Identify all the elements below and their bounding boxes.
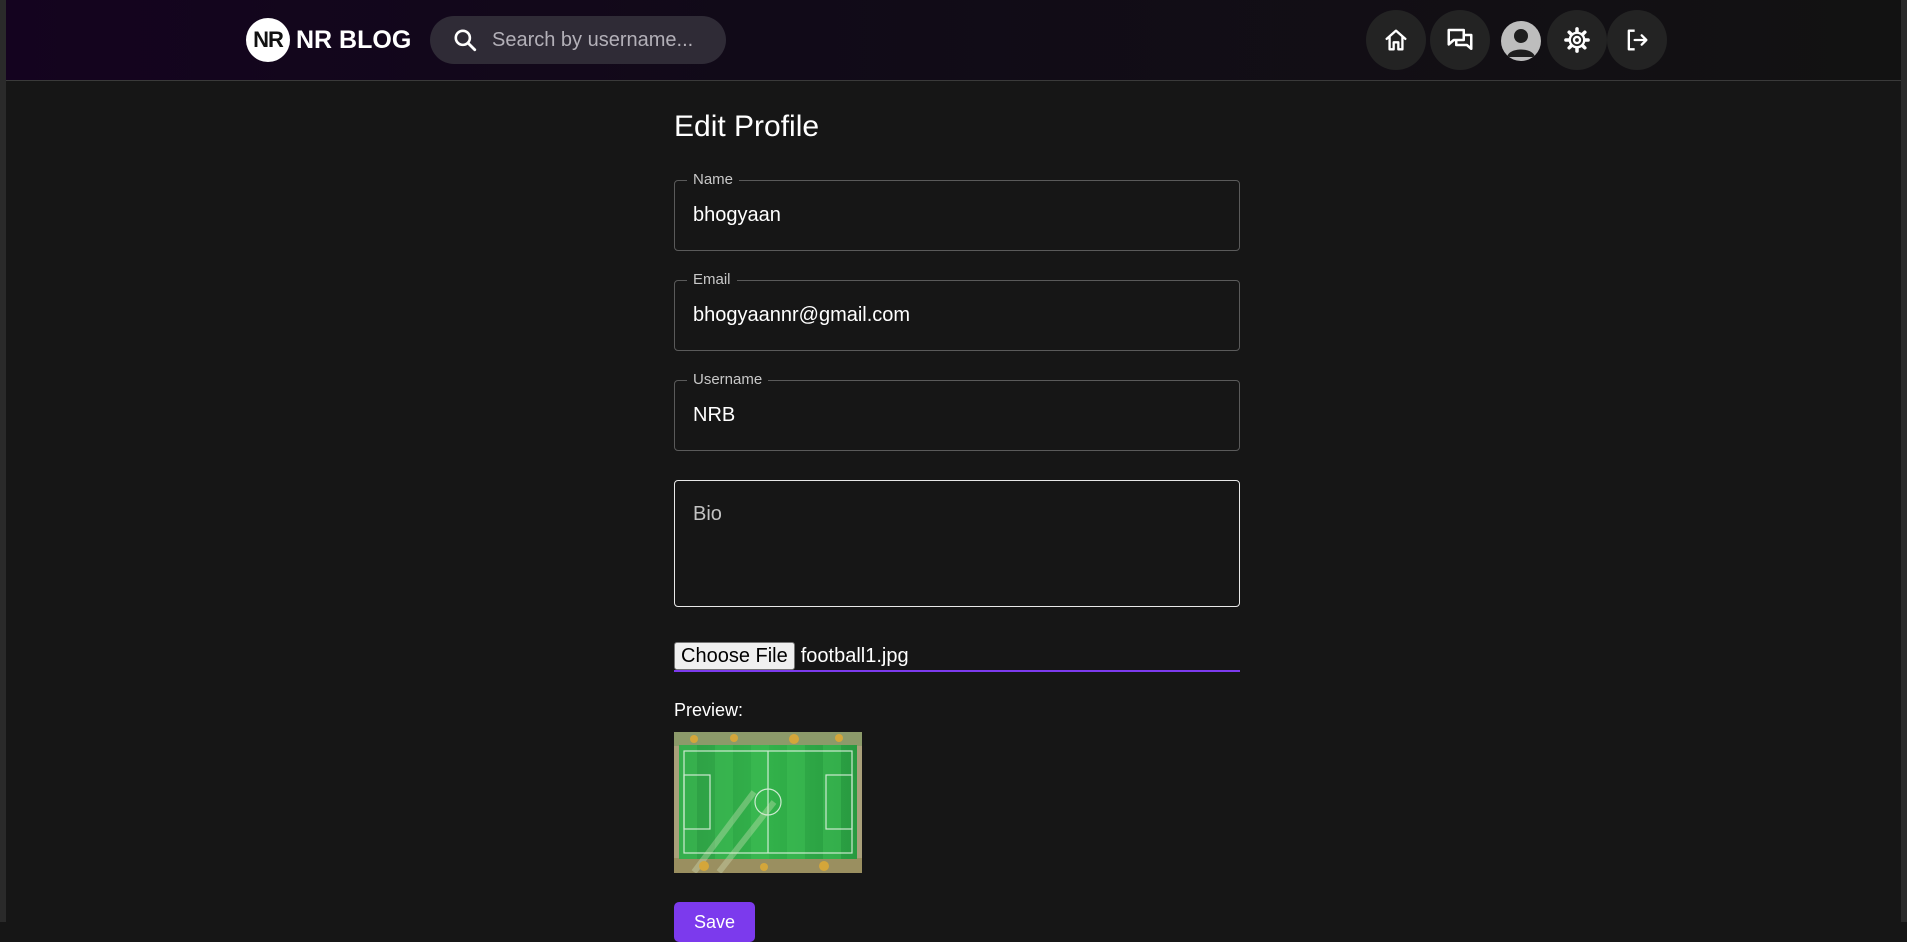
home-button[interactable]: [1366, 10, 1426, 70]
username-field: Username: [674, 371, 1240, 451]
file-name: football1.jpg: [800, 644, 909, 667]
settings-button[interactable]: [1547, 10, 1607, 70]
email-label: Email: [687, 271, 737, 288]
logo-badge: NR: [246, 18, 290, 62]
chat-button[interactable]: [1430, 10, 1490, 70]
person-icon: [1507, 29, 1535, 57]
user-avatar[interactable]: [1501, 21, 1541, 61]
logout-icon: [1627, 29, 1648, 51]
email-input[interactable]: [691, 303, 1225, 328]
window-frame-left: [0, 0, 6, 922]
gear-icon: [1564, 27, 1590, 53]
home-icon: [1385, 29, 1407, 51]
name-input[interactable]: [691, 203, 1225, 228]
logout-button[interactable]: [1607, 10, 1667, 70]
search-bar: [430, 16, 726, 64]
choose-file-button[interactable]: Choose File: [674, 642, 795, 670]
name-label: Name: [687, 171, 740, 188]
page-title: Edit Profile: [674, 110, 820, 143]
username-label: Username: [687, 371, 769, 388]
preview-image: [674, 732, 862, 873]
file-upload: Choose File football1.jpg: [674, 642, 1240, 672]
username-input[interactable]: [691, 403, 1225, 428]
name-field: Name: [674, 171, 1240, 251]
logo-text: NR BLOG: [296, 25, 412, 54]
bio-field: [674, 480, 1240, 607]
window-frame-right: [1901, 0, 1907, 922]
search-icon: [454, 29, 477, 52]
save-button[interactable]: Save: [674, 902, 755, 942]
search-input[interactable]: [490, 27, 704, 53]
email-field: Email: [674, 271, 1240, 351]
chat-icon: [1447, 28, 1473, 50]
preview-label: Preview:: [674, 700, 744, 720]
bio-input[interactable]: [691, 501, 1225, 595]
site-logo[interactable]: NR NR BLOG: [246, 18, 411, 62]
app-header: NR NR BLOG: [6, 0, 1901, 81]
